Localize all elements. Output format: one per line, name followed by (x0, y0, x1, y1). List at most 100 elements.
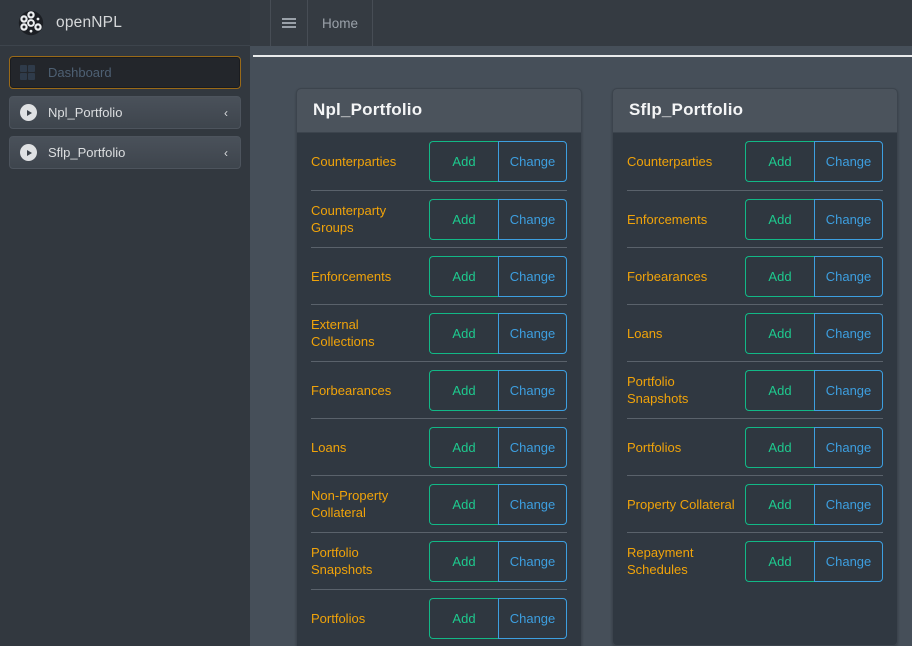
row-action-group: Add Change (429, 369, 567, 411)
model-row: Portfolios Add Change (311, 589, 567, 646)
model-row: Loans Add Change (627, 304, 883, 361)
model-row: Counterparty Groups Add Change (311, 190, 567, 247)
change-button[interactable]: Change (814, 312, 883, 354)
model-row: Counterparties Add Change (311, 133, 567, 190)
change-button[interactable]: Change (814, 255, 883, 297)
add-button[interactable]: Add (745, 369, 814, 411)
model-name-label: Forbearances (627, 268, 708, 284)
add-button[interactable]: Add (745, 540, 814, 582)
add-button[interactable]: Add (429, 255, 498, 297)
change-button[interactable]: Change (498, 426, 567, 468)
row-action-group: Add Change (745, 426, 883, 468)
add-button[interactable]: Add (745, 255, 814, 297)
add-button[interactable]: Add (429, 198, 498, 240)
add-button[interactable]: Add (745, 426, 814, 468)
row-action-group: Add Change (745, 312, 883, 354)
add-button[interactable]: Add (429, 426, 498, 468)
change-button[interactable]: Change (814, 141, 883, 182)
add-button[interactable]: Add (745, 198, 814, 240)
chevron-circle-icon (20, 104, 42, 121)
add-button[interactable]: Add (429, 597, 498, 639)
change-button[interactable]: Change (498, 312, 567, 354)
grid-icon (20, 65, 42, 80)
change-button[interactable]: Change (498, 369, 567, 411)
change-button[interactable]: Change (498, 483, 567, 525)
chevron-circle-icon (20, 144, 42, 161)
panel-container: Npl_Portfolio Counterparties Add Change Coun… (250, 57, 912, 646)
hamburger-menu-icon[interactable] (270, 0, 308, 46)
sidebar-nav: Dashboard Npl_Portfolio ‹ Sflp_Portfolio… (0, 46, 250, 169)
change-button[interactable]: Change (498, 255, 567, 297)
panel-body: Counterparties Add Change Enforcements Add Ch… (613, 133, 897, 589)
change-button[interactable]: Change (814, 426, 883, 468)
sidebar-item-dashboard[interactable]: Dashboard (9, 56, 241, 89)
topbar: Home (250, 0, 912, 46)
model-name-label: Counterparty Groups (311, 203, 387, 235)
add-button[interactable]: Add (429, 540, 498, 582)
model-name-label: Property Collateral (627, 496, 735, 512)
model-row: Portfolios Add Change (627, 418, 883, 475)
model-row: Portfolio Snapshots Add Change (311, 532, 567, 589)
add-button[interactable]: Add (745, 312, 814, 354)
model-name-label: Counterparties (627, 154, 713, 169)
row-action-group: Add Change (429, 483, 567, 525)
row-action-group: Add Change (429, 255, 567, 297)
model-name-label: Loans (627, 325, 663, 341)
chevron-left-icon[interactable]: ‹ (224, 147, 228, 159)
change-button[interactable]: Change (814, 198, 883, 240)
model-row: Repayment Schedules Add Change (627, 532, 883, 589)
add-button[interactable]: Add (745, 483, 814, 525)
panel-header: Npl_Portfolio (297, 89, 581, 133)
model-row: Loans Add Change (311, 418, 567, 475)
sidebar-item-npl-portfolio[interactable]: Npl_Portfolio ‹ (9, 96, 241, 129)
change-button[interactable]: Change (814, 369, 883, 411)
model-name-label: Enforcements (311, 268, 392, 284)
model-name-label: Forbearances (311, 382, 392, 398)
row-action-group: Add Change (429, 312, 567, 354)
node-cluster-logo (18, 10, 44, 36)
app-root: openNPL Dashboard Npl_Portfolio ‹ Sflp_P… (0, 0, 912, 646)
change-button[interactable]: Change (814, 483, 883, 525)
model-name-label: Portfolios (311, 610, 366, 626)
row-action-group: Add Change (745, 369, 883, 411)
model-name-label: Non-Property Collateral (311, 488, 389, 520)
model-name-label: External Collections (311, 317, 375, 349)
sidebar-item-label: Dashboard (48, 65, 112, 80)
row-action-group: Add Change (745, 198, 883, 240)
row-action-group: Add Change (745, 540, 883, 582)
model-name-label: Repayment Schedules (627, 545, 694, 577)
add-button[interactable]: Add (745, 141, 814, 182)
add-button[interactable]: Add (429, 483, 498, 525)
row-action-group: Add Change (429, 426, 567, 468)
sidebar-item-label: Sflp_Portfolio (48, 145, 126, 160)
brand[interactable]: openNPL (0, 0, 250, 46)
model-row: Forbearances Add Change (627, 247, 883, 304)
sidebar-item-sflp-portfolio[interactable]: Sflp_Portfolio ‹ (9, 136, 241, 169)
change-button[interactable]: Change (498, 540, 567, 582)
model-row: Enforcements Add Change (627, 190, 883, 247)
change-button[interactable]: Change (498, 141, 567, 182)
add-button[interactable]: Add (429, 312, 498, 354)
model-row: Forbearances Add Change (311, 361, 567, 418)
model-name-label: Portfolio Snapshots (627, 374, 689, 406)
row-action-group: Add Change (745, 255, 883, 297)
panel-title: Sflp_Portfolio (629, 100, 744, 119)
model-row: Enforcements Add Change (311, 247, 567, 304)
change-button[interactable]: Change (498, 198, 567, 240)
chevron-left-icon[interactable]: ‹ (224, 107, 228, 119)
model-row: Property Collateral Add Change (627, 475, 883, 532)
change-button[interactable]: Change (814, 540, 883, 582)
change-button[interactable]: Change (498, 597, 567, 639)
model-name-label: Enforcements (627, 211, 708, 227)
panel-npl-portfolio: Npl_Portfolio Counterparties Add Change Coun… (296, 88, 582, 646)
panel-title: Npl_Portfolio (313, 100, 423, 119)
panel-sflp-portfolio: Sflp_Portfolio Counterparties Add Change Enf… (612, 88, 898, 646)
row-action-group: Add Change (429, 597, 567, 639)
add-button[interactable]: Add (429, 141, 498, 182)
add-button[interactable]: Add (429, 369, 498, 411)
model-name-label: Counterparties (311, 154, 397, 169)
breadcrumb-home[interactable]: Home (308, 0, 374, 46)
sidebar-item-label: Npl_Portfolio (48, 105, 123, 120)
model-name-label: Portfolio Snapshots (311, 545, 373, 577)
row-action-group: Add Change (745, 141, 883, 182)
